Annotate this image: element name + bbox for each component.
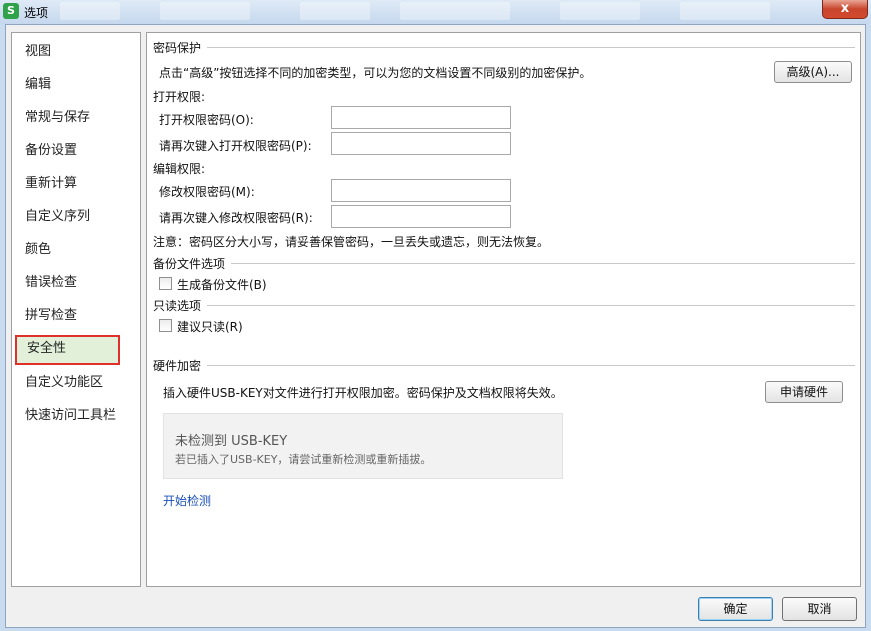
security-panel: 密码保护 点击“高级”按钮选择不同的加密类型，可以为您的文档设置不同级别的加密保…	[146, 32, 861, 587]
hardware-group-title: 硬件加密	[153, 357, 201, 374]
open-permission-heading: 打开权限:	[153, 88, 205, 105]
usb-status-title: 未检测到 USB-KEY	[175, 430, 287, 449]
open-password-confirm-label: 请再次键入打开权限密码(P):	[159, 137, 312, 154]
sidebar-item-custom-lists[interactable]: 自定义序列	[13, 203, 139, 231]
window-title: 选项	[24, 4, 48, 21]
hardware-description: 插入硬件USB-KEY对文件进行打开权限加密。密码保护及文档权限将失效。	[163, 384, 563, 401]
suggest-readonly-label[interactable]: 建议只读(R)	[177, 318, 243, 335]
background-toolbar-strip	[400, 2, 510, 20]
apply-hardware-button[interactable]: 申请硬件	[765, 381, 843, 403]
background-toolbar-strip	[680, 2, 770, 20]
open-password-label: 打开权限密码(O):	[159, 111, 254, 128]
open-password-confirm-field[interactable]	[331, 132, 511, 155]
title-bar: S 选项 x	[0, 0, 871, 24]
create-backup-label[interactable]: 生成备份文件(B)	[177, 276, 267, 293]
group-divider	[207, 305, 855, 306]
options-dialog: 视图 编辑 常规与保存 备份设置 重新计算 自定义序列 颜色 错误检查 拼写检查…	[5, 24, 866, 628]
sidebar-item-color[interactable]: 颜色	[13, 236, 139, 264]
wps-app-icon: S	[3, 3, 19, 19]
edit-permission-heading: 编辑权限:	[153, 160, 205, 177]
suggest-readonly-checkbox[interactable]	[159, 319, 172, 332]
background-toolbar-strip	[160, 2, 250, 20]
group-divider	[207, 365, 855, 366]
edit-password-confirm-label: 请再次键入修改权限密码(R):	[159, 209, 313, 226]
group-divider	[207, 47, 855, 48]
background-toolbar-strip	[560, 2, 640, 20]
ok-button[interactable]: 确定	[698, 597, 773, 621]
sidebar: 视图 编辑 常规与保存 备份设置 重新计算 自定义序列 颜色 错误检查 拼写检查…	[11, 32, 141, 587]
sidebar-item-security[interactable]: 安全性	[15, 335, 120, 365]
advanced-button[interactable]: 高级(A)...	[774, 61, 852, 83]
sidebar-item-spell-check[interactable]: 拼写检查	[13, 302, 139, 330]
sidebar-item-backup[interactable]: 备份设置	[13, 137, 139, 165]
background-toolbar-strip	[60, 2, 120, 20]
backup-group-title: 备份文件选项	[153, 255, 225, 272]
open-password-field[interactable]	[331, 106, 511, 129]
start-detect-link[interactable]: 开始检测	[163, 492, 211, 509]
sidebar-item-quick-access[interactable]: 快速访问工具栏	[13, 402, 139, 430]
group-divider	[231, 263, 855, 264]
usb-key-status-box: 未检测到 USB-KEY 若已插入了USB-KEY，请尝试重新检测或重新插拔。	[163, 413, 563, 479]
password-description: 点击“高级”按钮选择不同的加密类型，可以为您的文档设置不同级别的加密保护。	[159, 64, 591, 81]
sidebar-item-general-save[interactable]: 常规与保存	[13, 104, 139, 132]
create-backup-checkbox[interactable]	[159, 277, 172, 290]
password-note: 注意：密码区分大小写，请妥善保管密码，一旦丢失或遗忘，则无法恢复。	[153, 233, 549, 250]
sidebar-item-recalculate[interactable]: 重新计算	[13, 170, 139, 198]
password-group-title: 密码保护	[153, 39, 201, 56]
readonly-group-title: 只读选项	[153, 297, 201, 314]
edit-password-label: 修改权限密码(M):	[159, 183, 255, 200]
sidebar-item-edit[interactable]: 编辑	[13, 71, 139, 99]
usb-status-hint: 若已插入了USB-KEY，请尝试重新检测或重新插拔。	[175, 451, 431, 467]
background-toolbar-strip	[300, 2, 370, 20]
cancel-button[interactable]: 取消	[782, 597, 857, 621]
edit-password-field[interactable]	[331, 179, 511, 202]
edit-password-confirm-field[interactable]	[331, 205, 511, 228]
sidebar-item-view[interactable]: 视图	[13, 38, 139, 66]
sidebar-item-error-check[interactable]: 错误检查	[13, 269, 139, 297]
sidebar-item-custom-ribbon[interactable]: 自定义功能区	[13, 369, 139, 397]
close-button[interactable]: x	[822, 0, 868, 19]
